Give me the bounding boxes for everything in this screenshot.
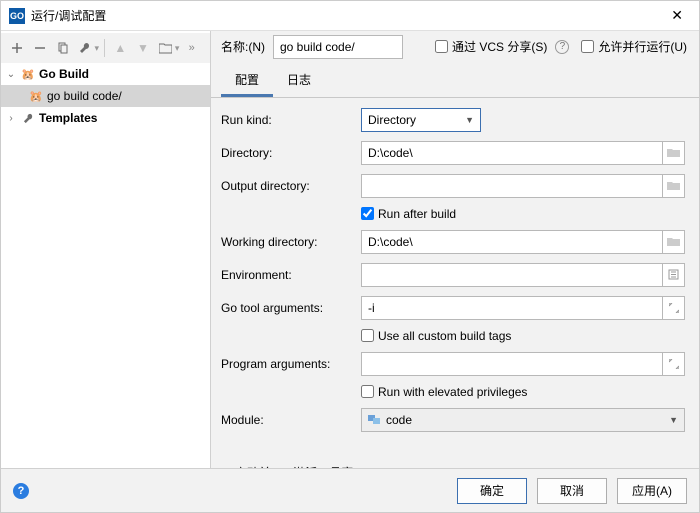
remove-icon[interactable] <box>30 37 51 59</box>
module-select[interactable]: code▼ <box>361 408 685 432</box>
sidebar-toolbar: ▾ ▲ ▼ ▾ » <box>1 33 210 63</box>
module-icon <box>368 414 380 425</box>
tree-item-templates[interactable]: › Templates <box>1 107 210 129</box>
tab-config[interactable]: 配置 <box>221 65 273 97</box>
working-dir-label: Working directory: <box>221 235 361 249</box>
dropdown-caret-icon: ▾ <box>95 43 100 54</box>
name-input[interactable] <box>273 35 403 59</box>
chevron-right-icon[interactable]: › <box>5 113 17 124</box>
ok-button[interactable]: 确定 <box>457 478 527 504</box>
tool-args-input[interactable]: -i <box>361 296 663 320</box>
chevron-down-icon: ▼ <box>465 115 474 125</box>
dialog-footer: ? 确定 取消 应用(A) <box>1 468 699 512</box>
browse-folder-icon[interactable] <box>663 141 685 165</box>
tree-label: go build code/ <box>47 89 122 103</box>
chevron-down-icon: ▼ <box>669 415 678 425</box>
env-input[interactable] <box>361 263 663 287</box>
tool-args-label: Go tool arguments: <box>221 301 361 315</box>
down-icon[interactable]: ▼ <box>133 37 154 59</box>
browse-folder-icon[interactable] <box>663 230 685 254</box>
tab-log[interactable]: 日志 <box>273 65 325 97</box>
parallel-checkbox[interactable]: 允许并行运行(U) <box>581 38 687 55</box>
config-form: Run kind: Directory▼ Directory: D:\code\… <box>211 98 699 468</box>
separator <box>104 39 105 57</box>
wrench-icon <box>21 113 35 124</box>
custom-tags-checkbox[interactable]: Use all custom build tags <box>361 329 511 343</box>
close-icon[interactable]: ✕ <box>663 3 691 28</box>
prog-args-label: Program arguments: <box>221 357 361 371</box>
up-icon[interactable]: ▲ <box>110 37 131 59</box>
env-label: Environment: <box>221 268 361 282</box>
folder-icon[interactable] <box>155 37 176 59</box>
name-label: 名称:(N) <box>221 38 265 55</box>
directory-input[interactable]: D:\code\ <box>361 141 663 165</box>
help-icon[interactable]: ? <box>555 40 569 54</box>
add-icon[interactable] <box>7 37 28 59</box>
gopher-icon: 🐹 <box>21 68 35 81</box>
expand-icon[interactable] <box>663 352 685 376</box>
tree-label: Go Build <box>39 67 89 81</box>
chevron-down-icon[interactable]: ⌄ <box>5 69 17 80</box>
help-icon[interactable]: ? <box>13 483 29 499</box>
run-kind-label: Run kind: <box>221 113 361 127</box>
before-launch-section[interactable]: ▶ 启动前(B): 激活工具窗口 <box>221 456 685 468</box>
list-icon[interactable] <box>663 263 685 287</box>
module-label: Module: <box>221 413 361 427</box>
tree-item-gobuild-code[interactable]: 🐹 go build code/ <box>1 85 210 107</box>
share-checkbox[interactable]: 通过 VCS 分享(S) <box>435 38 547 55</box>
copy-icon[interactable] <box>52 37 73 59</box>
run-kind-select[interactable]: Directory▼ <box>361 108 481 132</box>
tabs: 配置 日志 <box>211 65 699 98</box>
chevrons-right-icon[interactable]: » <box>181 37 202 59</box>
titlebar: GO 运行/调试配置 ✕ <box>1 1 699 31</box>
prog-args-input[interactable] <box>361 352 663 376</box>
expand-icon[interactable] <box>663 296 685 320</box>
directory-label: Directory: <box>221 146 361 160</box>
gopher-icon: 🐹 <box>29 90 43 103</box>
tree-item-gobuild[interactable]: ⌄ 🐹 Go Build <box>1 63 210 85</box>
cancel-button[interactable]: 取消 <box>537 478 607 504</box>
window-title: 运行/调试配置 <box>31 7 106 24</box>
apply-button[interactable]: 应用(A) <box>617 478 687 504</box>
output-dir-label: Output directory: <box>221 179 361 193</box>
output-dir-input[interactable] <box>361 174 663 198</box>
elevated-checkbox[interactable]: Run with elevated privileges <box>361 385 527 399</box>
app-logo-icon: GO <box>9 8 25 24</box>
dropdown-caret-icon: ▾ <box>175 43 180 54</box>
main-panel: 名称:(N) 通过 VCS 分享(S) ? 允许并行运行(U) 配置 日志 Ru… <box>211 31 699 468</box>
sidebar: ▾ ▲ ▼ ▾ » ⌄ 🐹 Go Build 🐹 go build code/ … <box>1 31 211 468</box>
wrench-icon[interactable] <box>75 37 96 59</box>
run-after-build-checkbox[interactable]: Run after build <box>361 207 456 221</box>
working-dir-input[interactable]: D:\code\ <box>361 230 663 254</box>
browse-folder-icon[interactable] <box>663 174 685 198</box>
tree-label: Templates <box>39 111 97 125</box>
